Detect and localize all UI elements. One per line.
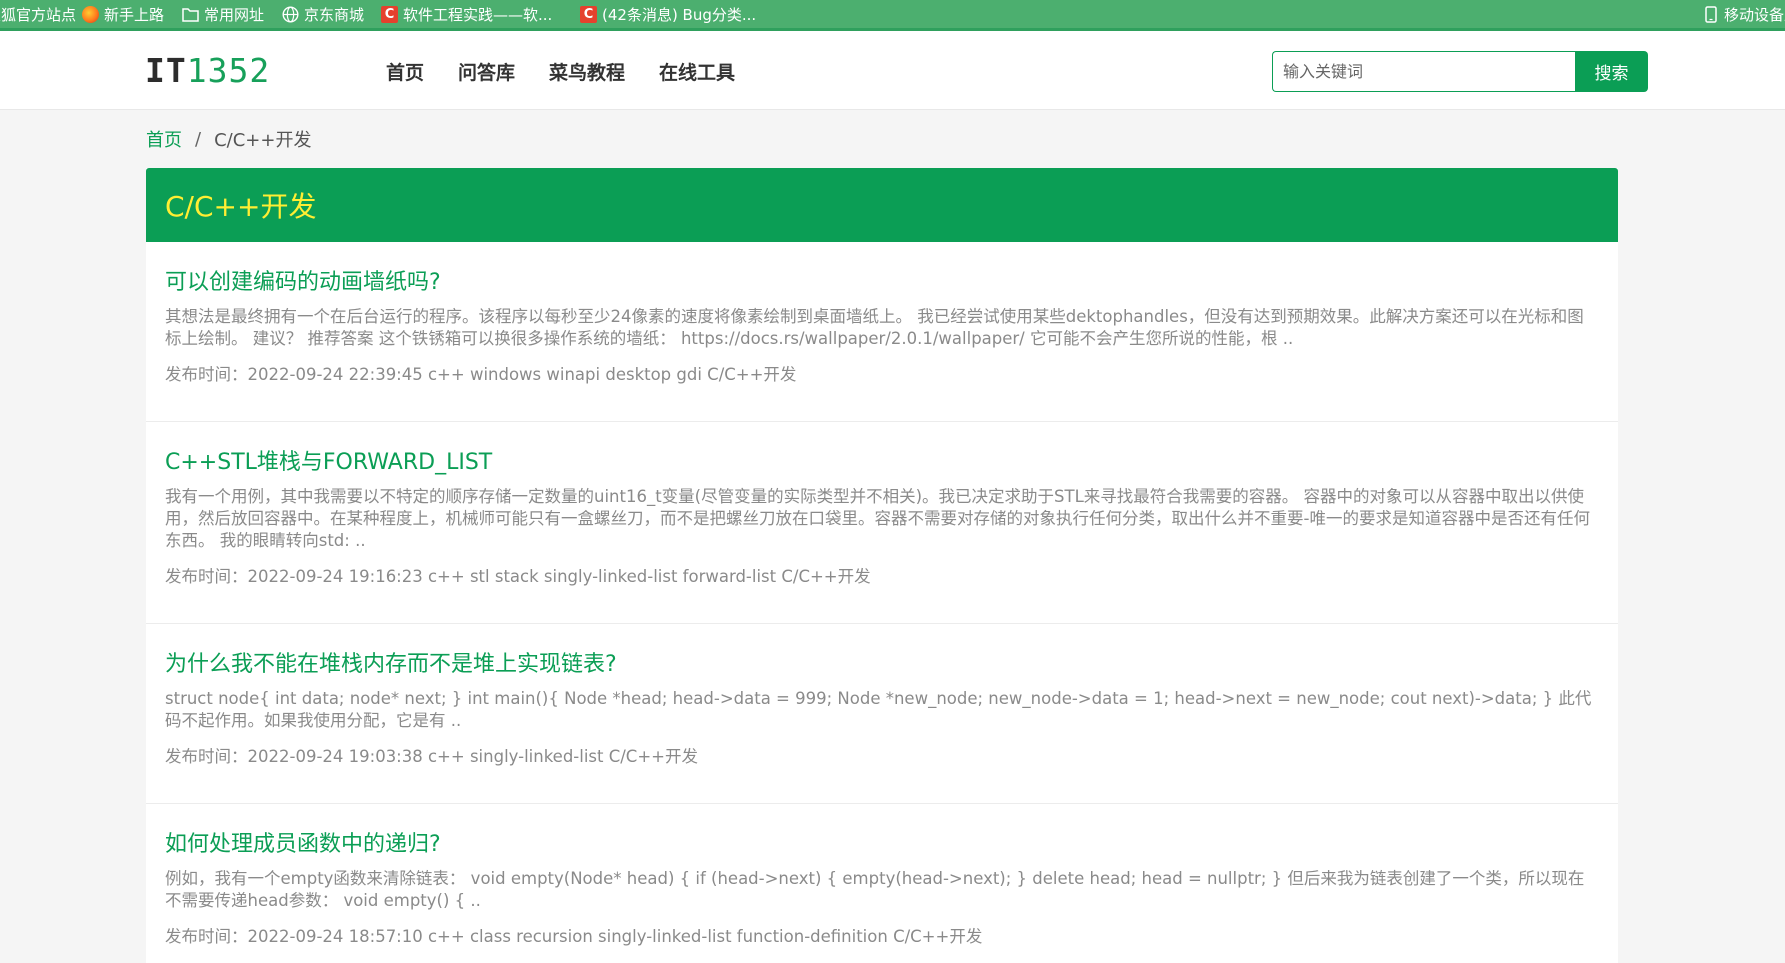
question-title-link[interactable]: 如何处理成员函数中的递归? <box>165 804 1599 860</box>
bookmark-label: 火狐官方站点 <box>0 5 77 24</box>
bookmark-label: 京东商城 <box>304 5 365 24</box>
question-excerpt: struct node{ int data; node* next; } int… <box>165 689 1592 730</box>
nav-qa-library[interactable]: 问答库 <box>458 58 515 85</box>
firefox-icon <box>82 5 99 23</box>
nav-runoob-tutorial[interactable]: 菜鸟教程 <box>549 58 625 85</box>
nav-online-tools[interactable]: 在线工具 <box>659 58 735 85</box>
nav-home[interactable]: 首页 <box>386 58 424 85</box>
question-excerpt: 我有一个用例，其中我需要以不特定的顺序存储一定数量的uint16_t变量(尽管变… <box>165 487 1590 550</box>
list-item: 如何处理成员函数中的递归? 例如，我有一个empty函数来清除链表： void … <box>146 804 1618 963</box>
breadcrumb-home-link[interactable]: 首页 <box>146 126 182 152</box>
breadcrumb: 首页 / C/C++开发 <box>146 126 311 152</box>
site-logo[interactable]: IT1352 <box>145 51 270 90</box>
bookmark-firefox-official[interactable]: 火狐官方站点 <box>0 0 76 28</box>
search-button[interactable]: 搜索 <box>1575 51 1648 92</box>
search-input[interactable] <box>1272 51 1575 92</box>
list-item: 可以创建编码的动画墙纸吗? 其想法是最终拥有一个在后台运行的程序。该程序以每秒至… <box>146 242 1618 422</box>
question-excerpt: 其想法是最终拥有一个在后台运行的程序。该程序以每秒至少24像素的速度将像素绘制到… <box>165 307 1584 348</box>
category-title: C/C++开发 <box>165 190 317 223</box>
csdn-c-icon: C <box>580 5 597 23</box>
logo-number-text: 1352 <box>186 51 271 90</box>
bookmark-label: 常用网址 <box>204 5 265 24</box>
folder-icon <box>182 6 199 23</box>
question-title-link[interactable]: 为什么我不能在堆栈内存而不是堆上实现链表? <box>165 624 1599 680</box>
csdn-c-icon: C <box>381 5 398 23</box>
bookmark-label: (42条消息) Bug分类... <box>602 5 757 24</box>
question-title-link[interactable]: 可以创建编码的动画墙纸吗? <box>165 242 1599 298</box>
bookmark-software-engineering[interactable]: C 软件工程实践——软... <box>381 0 552 28</box>
mobile-icon <box>1702 5 1719 23</box>
bookmarks-bar: 火狐官方站点 新手上路 常用网址 京东商城 C 软件工程实践——软... C (… <box>0 0 1785 31</box>
bookmark-label: 软件工程实践——软... <box>403 5 553 24</box>
question-meta: 发布时间：2022-09-24 19:03:38 c++ singly-link… <box>165 747 698 766</box>
question-meta: 发布时间：2022-09-24 19:16:23 c++ stl stack s… <box>165 567 871 586</box>
bookmark-label: 新手上路 <box>104 5 165 24</box>
logo-it-text: IT <box>145 51 187 90</box>
question-meta: 发布时间：2022-09-24 18:57:10 c++ class recur… <box>165 927 983 946</box>
site-header: IT1352 首页 问答库 菜鸟教程 在线工具 搜索 <box>0 31 1785 110</box>
breadcrumb-current: C/C++开发 <box>214 130 312 151</box>
bookmark-jd[interactable]: 京东商城 <box>282 0 364 28</box>
bookmark-label: 移动设备上 <box>1724 5 1785 24</box>
category-header: C/C++开发 <box>146 168 1618 242</box>
main-nav: 首页 问答库 菜鸟教程 在线工具 <box>386 58 769 85</box>
list-item: C++STL堆栈与FORWARD_LIST 我有一个用例，其中我需要以不特定的顺… <box>146 422 1618 624</box>
globe-icon <box>282 5 299 23</box>
question-list-card: C/C++开发 可以创建编码的动画墙纸吗? 其想法是最终拥有一个在后台运行的程序… <box>146 168 1618 963</box>
bookmark-bug-classification[interactable]: C (42条消息) Bug分类... <box>580 0 756 28</box>
question-title-link[interactable]: C++STL堆栈与FORWARD_LIST <box>165 422 1599 478</box>
search-bar: 搜索 <box>1272 51 1648 92</box>
bookmark-mobile[interactable]: 移动设备上 <box>1702 0 1785 28</box>
bookmark-getting-started[interactable]: 新手上路 <box>82 0 164 28</box>
question-meta: 发布时间：2022-09-24 22:39:45 c++ windows win… <box>165 365 797 384</box>
question-excerpt: 例如，我有一个empty函数来清除链表： void empty(Node* he… <box>165 869 1585 910</box>
bookmark-common-sites[interactable]: 常用网址 <box>182 0 264 28</box>
breadcrumb-separator: / <box>195 128 202 150</box>
list-item: 为什么我不能在堆栈内存而不是堆上实现链表? struct node{ int d… <box>146 624 1618 804</box>
